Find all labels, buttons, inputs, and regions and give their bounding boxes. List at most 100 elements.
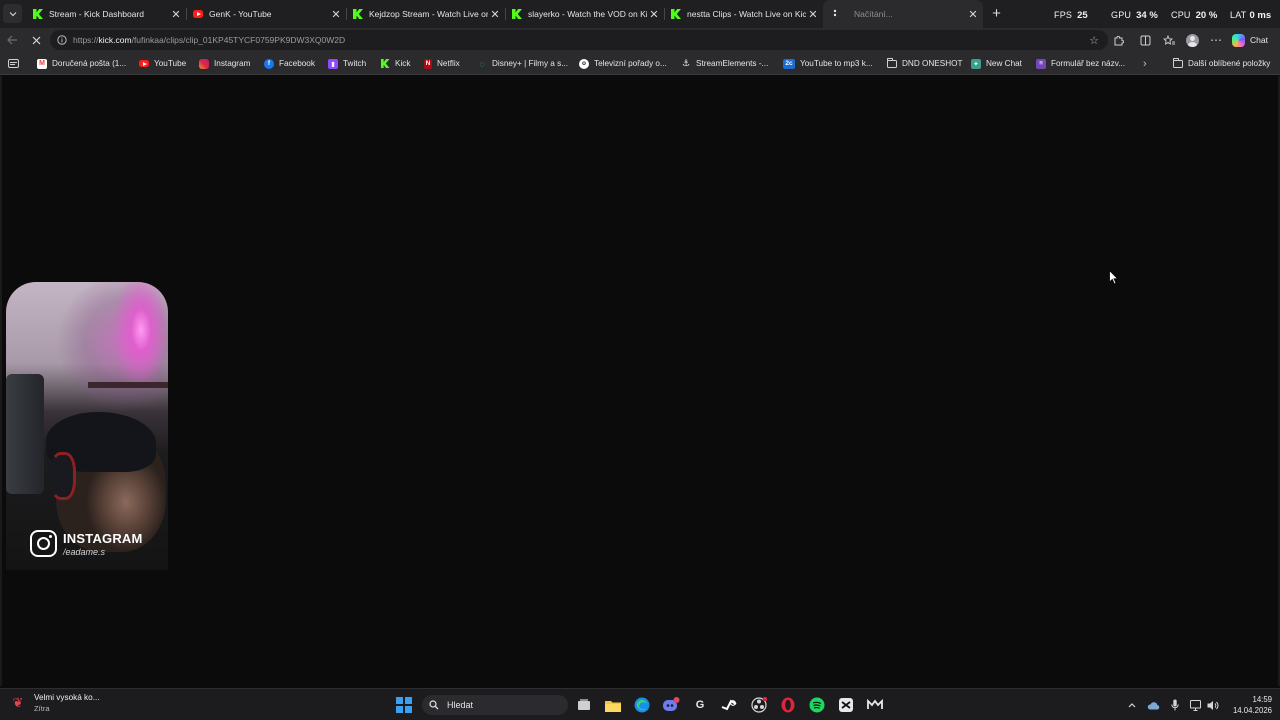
bookmark-youtube[interactable]: YouTube: [139, 57, 186, 70]
star-icon[interactable]: ☆: [1087, 33, 1101, 47]
clock-time: 14:59: [1252, 695, 1272, 704]
bookmark-kick[interactable]: Kick: [380, 57, 410, 70]
bookmark-instagram[interactable]: Instagram: [199, 57, 250, 70]
other-favorites-folder[interactable]: Další oblíbené položky: [1173, 57, 1270, 70]
facebook-icon: f: [264, 58, 274, 69]
close-icon[interactable]: ✕: [647, 7, 661, 21]
tray-onedrive[interactable]: [1146, 698, 1160, 712]
favorites-star-icon: [1163, 34, 1175, 45]
cpu-readout: CPU 20 %: [1171, 10, 1217, 24]
tab-kejdzop-stream[interactable]: Kejdzop Stream - Watch Live on Ki ✕: [346, 0, 505, 28]
tray-network[interactable]: [1189, 698, 1203, 712]
favorites-button[interactable]: [1161, 32, 1177, 48]
extensions-button[interactable]: [1110, 32, 1126, 48]
windows-logo-icon: [396, 697, 404, 705]
bookmarks-bar: M Doručená pošta (1... YouTube Instagram…: [0, 52, 1280, 75]
bookmark-netflix[interactable]: N Netflix: [424, 57, 460, 70]
address-bar[interactable]: https://kick.com/fufinkaa/clips/clip_01K…: [50, 30, 1108, 50]
taskbar-edge[interactable]: [633, 696, 651, 714]
bookmark-forms[interactable]: ≡ Formulář bez názv...: [1036, 57, 1125, 70]
taskbar-file-explorer[interactable]: [604, 696, 622, 714]
streamelements-icon: ⚓: [681, 58, 691, 68]
copilot-chat-button[interactable]: Chat: [1232, 32, 1268, 48]
weather-widget[interactable]: ❦ Velmi vysoká ko... Zítra: [10, 693, 100, 713]
taskbar-capcut[interactable]: [837, 696, 855, 714]
tab-slayerko-vod[interactable]: slayerko - Watch the VOD on Kick ✕: [505, 0, 664, 28]
bookmark-disney[interactable]: ◌ Disney+ | Filmy a s...: [477, 57, 568, 70]
tv-icon: o: [579, 58, 589, 69]
start-button[interactable]: [396, 697, 412, 713]
back-button[interactable]: [4, 32, 20, 48]
headset: [50, 452, 76, 500]
tab-actions-menu-button[interactable]: [3, 4, 22, 23]
split-screen-icon: [1140, 35, 1150, 45]
url-scheme: https://: [73, 35, 99, 45]
webcam-overlay: [6, 282, 168, 570]
tray-microphone[interactable]: [1168, 698, 1182, 712]
url-text[interactable]: https://kick.com/fufinkaa/clips/clip_01K…: [73, 35, 345, 45]
weather-alert-icon: ❦: [12, 695, 24, 710]
taskbar-discord[interactable]: [662, 696, 680, 714]
steam-icon: [721, 699, 737, 711]
bookmarks-overflow-button[interactable]: ›: [1143, 57, 1147, 70]
tab-title: nestta Clips - Watch Live on Kick: [687, 9, 806, 19]
taskbar-gog[interactable]: G: [691, 696, 709, 714]
taskbar-opera[interactable]: [779, 696, 797, 714]
taskbar-obs[interactable]: [750, 696, 768, 714]
tab-genk-youtube[interactable]: GenK - YouTube ✕: [186, 0, 346, 28]
bookmark-facebook[interactable]: f Facebook: [264, 57, 315, 70]
close-icon[interactable]: ✕: [169, 7, 183, 21]
tab-nestta-clips[interactable]: nestta Clips - Watch Live on Kick ✕: [664, 0, 823, 28]
fps-value: 25: [1077, 10, 1088, 21]
search-placeholder: Hledat: [447, 700, 474, 710]
taskbar-search[interactable]: Hledat: [422, 695, 568, 715]
taskbar-spotify[interactable]: [808, 696, 826, 714]
stop-loading-button[interactable]: [28, 32, 44, 48]
gmail-icon: M: [37, 58, 47, 69]
fps-label: FPS: [1054, 10, 1073, 20]
close-icon[interactable]: ✕: [966, 7, 980, 21]
tray-volume[interactable]: [1206, 698, 1220, 712]
kick-icon: [33, 9, 43, 19]
launcher-icon: G: [695, 699, 705, 711]
settings-menu-button[interactable]: ⋯: [1208, 32, 1224, 48]
tab-stream-kick-dashboard[interactable]: Stream - Kick Dashboard ✕: [26, 0, 186, 28]
tab-title: slayerko - Watch the VOD on Kick: [528, 9, 647, 19]
info-icon: [57, 35, 67, 45]
bookmark-folder-dnd-oneshot[interactable]: DND ONESHOT: [887, 57, 963, 70]
weather-subtitle: Zítra: [34, 704, 50, 713]
kick-icon: [353, 9, 363, 19]
gpu-readout: GPU 34 %: [1111, 10, 1158, 24]
bookmark-youtube-to-mp3[interactable]: 2c YouTube to mp3 k...: [783, 57, 873, 70]
obs-icon: [751, 697, 767, 713]
opera-icon: [781, 697, 795, 713]
bookmark-gmail[interactable]: M Doručená pošta (1...: [37, 57, 126, 70]
profile-button[interactable]: [1184, 32, 1200, 48]
close-icon[interactable]: ✕: [329, 7, 343, 21]
tab-strip: Stream - Kick Dashboard ✕ GenK - YouTube…: [0, 0, 1280, 28]
sidebar-toggle-button[interactable]: [8, 57, 19, 70]
bookmark-label: StreamElements -...: [696, 59, 769, 68]
taskbar-clock[interactable]: 14:59 14.04.2026: [1222, 694, 1272, 716]
task-view-button[interactable]: [575, 696, 593, 714]
loading-icon: [830, 9, 840, 19]
forms-icon: ≡: [1036, 58, 1046, 69]
taskbar-steam[interactable]: [720, 696, 738, 714]
tab-actions-button[interactable]: [1137, 32, 1153, 48]
close-icon[interactable]: ✕: [488, 7, 502, 21]
taskbar-app-m[interactable]: [866, 696, 884, 714]
new-tab-button[interactable]: +: [988, 5, 1005, 22]
converter-icon: 2c: [783, 58, 795, 69]
bookmark-streamelements[interactable]: ⚓ StreamElements -...: [681, 57, 768, 70]
folder-icon: [605, 700, 621, 712]
sidebar-icon: [8, 59, 19, 68]
bookmark-twitch[interactable]: ▮ Twitch: [328, 57, 366, 70]
gpu-label: GPU: [1111, 10, 1132, 20]
tab-loading-active[interactable]: Načítání... ✕: [823, 0, 983, 28]
close-icon[interactable]: ✕: [806, 7, 820, 21]
bookmark-new-chat[interactable]: ✦ New Chat: [971, 57, 1022, 70]
show-hidden-icons-button[interactable]: [1125, 698, 1139, 712]
discord-icon: [663, 697, 680, 711]
bookmark-label: Televizní pořady o...: [594, 59, 667, 68]
bookmark-tv-programs[interactable]: o Televizní pořady o...: [579, 57, 667, 70]
